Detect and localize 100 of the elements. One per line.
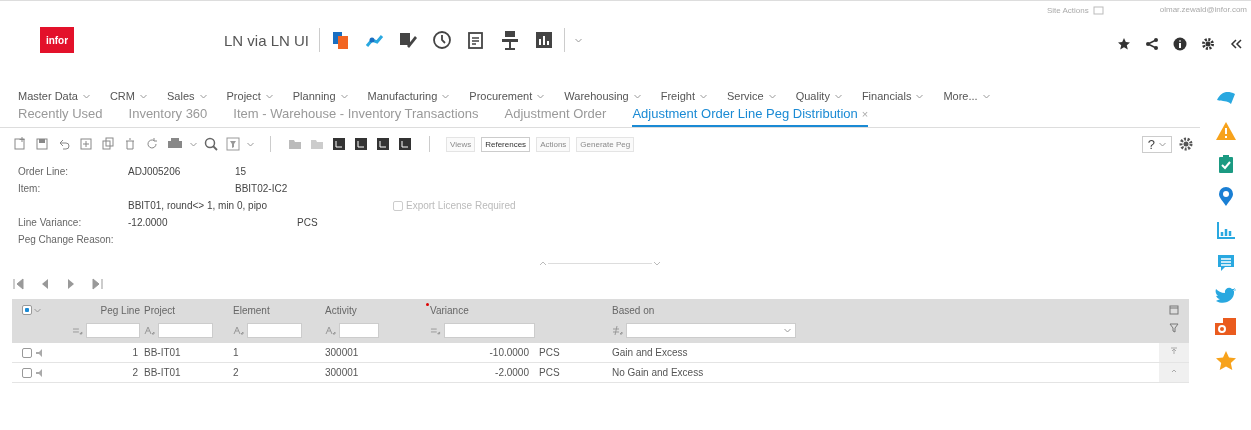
settings-icon[interactable] bbox=[1178, 136, 1194, 152]
filter-dropdown[interactable] bbox=[626, 323, 796, 338]
chart-icon[interactable] bbox=[534, 30, 555, 50]
share-icon[interactable] bbox=[1145, 37, 1159, 51]
user-name[interactable]: olmar.zewald@infor.com bbox=[1159, 5, 1247, 16]
add-record-icon[interactable] bbox=[78, 136, 94, 152]
menu-item[interactable]: Manufacturing bbox=[367, 90, 438, 102]
clear-filter-icon[interactable] bbox=[1169, 323, 1179, 333]
star-icon[interactable] bbox=[1215, 350, 1237, 372]
first-page-icon[interactable] bbox=[12, 277, 26, 291]
search-icon[interactable] bbox=[203, 136, 219, 152]
menu-item[interactable]: Service bbox=[726, 90, 764, 102]
column-header[interactable]: Variance bbox=[430, 305, 469, 316]
tab[interactable]: Adjustment Order Line Peg Distribution × bbox=[632, 106, 869, 127]
menu-item[interactable]: Financials bbox=[861, 90, 912, 102]
new-icon[interactable] bbox=[12, 136, 28, 152]
collapse-handle-icon[interactable] bbox=[538, 260, 662, 267]
table-cell-text: -10.0000 bbox=[488, 347, 530, 358]
last-page-icon[interactable] bbox=[90, 277, 104, 291]
menu-item[interactable]: Warehousing bbox=[564, 90, 629, 102]
table-cell-text: 300001 bbox=[325, 347, 360, 358]
table-cell-text: No Gain and Excess bbox=[612, 367, 705, 378]
column-header[interactable]: Peg Line bbox=[100, 305, 140, 316]
menu-item[interactable]: Project bbox=[226, 90, 261, 102]
location-pin-icon[interactable] bbox=[1216, 187, 1236, 207]
caret-icon bbox=[82, 93, 90, 99]
clock-icon[interactable] bbox=[432, 30, 453, 50]
info-icon[interactable] bbox=[1173, 37, 1187, 51]
menu-item[interactable]: More... bbox=[943, 90, 978, 102]
tab[interactable]: Adjustment Order bbox=[504, 106, 607, 127]
column-header[interactable]: Project bbox=[144, 305, 176, 316]
star-icon[interactable] bbox=[1117, 37, 1131, 51]
table-cell-text: 2 bbox=[233, 367, 240, 378]
text-filter-icon[interactable] bbox=[233, 325, 244, 336]
filter-input[interactable] bbox=[158, 323, 213, 338]
camera-doc-icon[interactable] bbox=[1214, 317, 1238, 337]
columns-icon[interactable] bbox=[1169, 305, 1179, 315]
row-checkbox[interactable] bbox=[22, 347, 32, 358]
field-value: -12.0000 bbox=[128, 217, 169, 228]
menu-item[interactable]: Quality bbox=[795, 90, 830, 102]
refresh-icon[interactable] bbox=[144, 136, 160, 152]
site-actions-menu[interactable]: Site Actions bbox=[1046, 6, 1089, 15]
caret-icon bbox=[633, 93, 641, 99]
filter-input[interactable] bbox=[247, 323, 302, 338]
settings-icon[interactable] bbox=[1201, 37, 1215, 51]
window-icon[interactable] bbox=[1092, 5, 1104, 16]
caret-icon bbox=[834, 93, 842, 99]
menu-item[interactable]: Procurement bbox=[469, 90, 533, 102]
tab[interactable]: Recently Used bbox=[18, 106, 103, 127]
squares-icon[interactable] bbox=[330, 30, 351, 50]
filter-input[interactable] bbox=[339, 323, 379, 338]
app-title: LN via LN UI bbox=[224, 31, 310, 49]
text-filter-icon[interactable] bbox=[325, 325, 336, 336]
menu-item[interactable]: Planning bbox=[292, 90, 336, 102]
caret-icon bbox=[265, 93, 273, 99]
menu-item[interactable]: Master Data bbox=[18, 90, 78, 102]
filter-icon[interactable] bbox=[225, 136, 241, 152]
tab[interactable]: Inventory 360 bbox=[128, 106, 208, 127]
field-label: Item: bbox=[18, 183, 42, 194]
caret-icon bbox=[916, 93, 924, 99]
menu-item[interactable]: Freight bbox=[660, 90, 695, 102]
collapse-icon[interactable] bbox=[1229, 37, 1243, 51]
scroll-up-icon[interactable] bbox=[1170, 367, 1178, 375]
clipboard-check-icon[interactable] bbox=[1216, 154, 1236, 174]
row-menu-icon[interactable] bbox=[35, 367, 44, 378]
menu-item[interactable]: Sales bbox=[167, 90, 195, 102]
table-cell-text: PCS bbox=[538, 367, 561, 378]
infor-logo: infor bbox=[40, 27, 74, 53]
field-value: ADJ005206 bbox=[128, 166, 182, 177]
caret-icon bbox=[247, 141, 254, 147]
column-header[interactable]: Based on bbox=[612, 305, 655, 316]
row-checkbox[interactable] bbox=[22, 367, 32, 378]
text-filter-icon[interactable] bbox=[144, 325, 155, 336]
bar-chart-icon[interactable] bbox=[1216, 220, 1236, 240]
caret-icon bbox=[190, 141, 197, 147]
bird-icon[interactable] bbox=[1214, 286, 1238, 304]
warning-icon[interactable] bbox=[1215, 121, 1237, 141]
caret-icon bbox=[768, 93, 776, 99]
toolbar-button[interactable]: References bbox=[481, 136, 531, 152]
tab[interactable]: Item - Warehouse - Inventory Transactions bbox=[233, 106, 479, 127]
menu-item[interactable]: CRM bbox=[109, 90, 135, 102]
select-all-checkbox[interactable] bbox=[22, 305, 32, 315]
filter-input[interactable] bbox=[85, 323, 140, 338]
caret-icon bbox=[575, 37, 583, 43]
column-header[interactable]: Element bbox=[233, 305, 270, 316]
field-value: BBIT01, round<> 1, min 0, pipo bbox=[128, 200, 268, 211]
help-button[interactable]: ? bbox=[1141, 135, 1172, 153]
column-header[interactable]: Activity bbox=[325, 305, 357, 316]
caret-icon bbox=[442, 93, 450, 99]
table-cell-text: 1 bbox=[131, 347, 139, 358]
filter-input[interactable] bbox=[443, 323, 535, 338]
copy-icon[interactable] bbox=[100, 136, 116, 152]
save-icon[interactable] bbox=[34, 136, 50, 152]
equals-filter-icon[interactable] bbox=[430, 325, 441, 336]
equals-filter-icon[interactable] bbox=[72, 325, 83, 336]
row-menu-icon[interactable] bbox=[35, 347, 44, 358]
scroll-top-icon[interactable] bbox=[1170, 347, 1178, 355]
table-cell-text: 2 bbox=[131, 367, 139, 378]
not-equal-filter-icon[interactable] bbox=[612, 325, 623, 336]
chat-icon[interactable] bbox=[1216, 253, 1236, 273]
